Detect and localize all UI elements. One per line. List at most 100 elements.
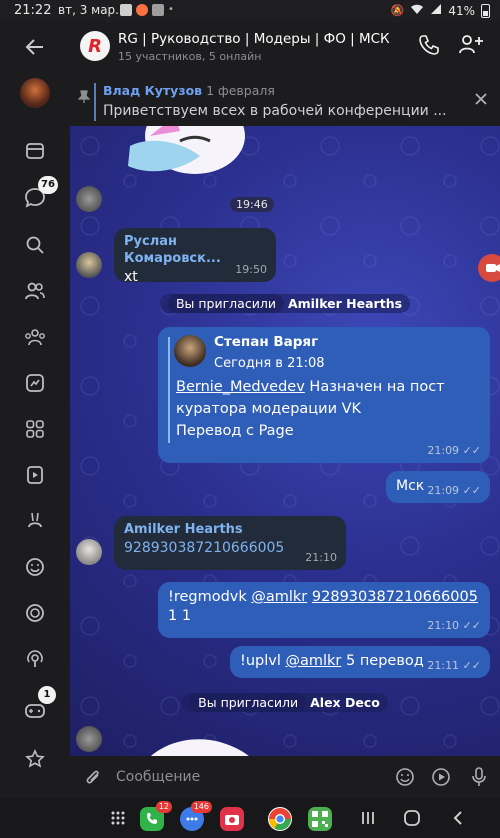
clips-button[interactable]: [20, 506, 50, 536]
camera-app[interactable]: [220, 807, 244, 831]
chevron-left-icon: [453, 811, 462, 825]
qr-app[interactable]: [308, 807, 332, 831]
feed-button[interactable]: [20, 136, 50, 166]
forward-date: Сегодня в 21:08: [214, 356, 325, 371]
message-bubble[interactable]: !uplvl @amlkr 5 перевод 21:11 ✓✓: [230, 646, 490, 678]
close-pinned-button[interactable]: [474, 91, 488, 110]
forward-line-2: куратора модерации VK: [176, 400, 362, 417]
message-input[interactable]: Сообщение: [116, 769, 200, 785]
chat-subtitle: 15 участников, 5 онлайн: [118, 50, 262, 63]
pinned-author: Влад Кутузов 1 февраля: [103, 83, 275, 98]
battery-percent: 41%: [448, 3, 475, 18]
paperclip-icon: [86, 770, 99, 784]
message-time: 21:09 ✓✓: [427, 444, 481, 458]
forward-line-1: Назначен на пост: [304, 379, 445, 395]
chat-avatar[interactable]: R: [80, 31, 110, 61]
video-button[interactable]: [20, 460, 50, 490]
favorites-button[interactable]: [20, 744, 50, 774]
system-name[interactable]: Alex Deco: [310, 695, 380, 710]
chrome-app[interactable]: [268, 807, 292, 831]
profile-avatar-button[interactable]: [20, 78, 50, 108]
app-drawer-button[interactable]: [106, 807, 130, 829]
recents-button[interactable]: [356, 807, 380, 829]
mention-link[interactable]: @amlkr: [251, 589, 307, 605]
services-button[interactable]: [20, 414, 50, 444]
home-button[interactable]: [400, 807, 424, 829]
mention-link[interactable]: Bernie_Medvedev: [176, 379, 305, 395]
unicorn-sticker[interactable]: [120, 126, 260, 196]
add-member-button[interactable]: [458, 33, 484, 59]
read-checkmarks-icon: ✓✓: [462, 443, 481, 457]
messages-app-badge: 146: [190, 801, 212, 813]
forward-text: Bernie_Medvedev Назначен на пост куратор…: [176, 377, 445, 442]
message-bubble[interactable]: Мск 21:09 ✓✓: [386, 471, 490, 503]
friends-button[interactable]: [20, 276, 50, 306]
floating-record-button[interactable]: [478, 254, 500, 282]
avatar[interactable]: [174, 335, 206, 367]
avatar[interactable]: [76, 726, 102, 752]
avatar[interactable]: [76, 252, 102, 278]
message-time-value: 21:09: [427, 483, 460, 497]
microphone-icon: [472, 767, 486, 786]
messages-app[interactable]: 146: [180, 801, 212, 831]
read-checkmarks-icon: ✓✓: [462, 483, 481, 497]
id-link[interactable]: 928930387210666005: [312, 589, 478, 605]
feed-icon: [26, 143, 44, 159]
play-circle-icon: [432, 768, 450, 786]
forwarded-message-bubble[interactable]: Степан Варяг Сегодня в 21:08 Bernie_Medv…: [158, 327, 490, 463]
chat-title[interactable]: RG | Руководство | Модеры | ФО | МСК: [118, 31, 390, 47]
wifi-icon: [410, 3, 424, 18]
message-bubble[interactable]: !regmodvk @amlkr 928930387210666005 1 1 …: [158, 582, 490, 638]
gamepad-icon: [25, 704, 45, 718]
arrow-left-icon: [25, 39, 43, 55]
status-time: 21:22: [14, 3, 52, 18]
avatar[interactable]: [76, 186, 102, 212]
system-message: Вы пригласили Alex Deco: [70, 693, 500, 712]
communities-button[interactable]: [20, 322, 50, 352]
chrome-icon: [269, 808, 291, 830]
message-text: Мск: [396, 478, 425, 494]
forward-bar: [168, 337, 170, 443]
pinned-date: 1 февраля: [206, 83, 275, 98]
message-author[interactable]: Amilker Hearths: [124, 522, 336, 539]
messages-button[interactable]: 76: [20, 176, 58, 212]
qr-code-icon: [312, 811, 328, 827]
message-text: !regmodvk @amlkr 928930387210666005: [168, 588, 480, 607]
message-bubble[interactable]: Руслан Комаровск... xt 19:50: [114, 228, 276, 285]
chat-messages-area[interactable]: 19:46 Руслан Комаровск... xt 19:50 Вы пр…: [70, 126, 500, 756]
voice-button[interactable]: [468, 766, 490, 788]
target-button[interactable]: [20, 598, 50, 628]
search-icon: [26, 236, 44, 254]
search-button[interactable]: [20, 230, 50, 260]
call-button[interactable]: [418, 34, 440, 60]
back-button[interactable]: [20, 32, 50, 62]
chat-header: R RG | Руководство | Модеры | ФО | МСК 1…: [70, 22, 500, 70]
phone-app[interactable]: 12: [140, 801, 172, 831]
mention-link[interactable]: @amlkr: [285, 653, 341, 669]
back-nav-button[interactable]: [446, 807, 470, 829]
stickers-button[interactable]: [20, 552, 50, 582]
status-bar: 21:22 вт, 3 мар. • 🔕 41%: [0, 0, 500, 22]
friends-icon: [25, 282, 45, 300]
system-name[interactable]: Amilker Hearths: [288, 296, 402, 311]
games-button[interactable]: 1: [20, 686, 56, 726]
left-navigation-rail: 76 1: [0, 22, 70, 798]
games-badge: 1: [38, 686, 56, 704]
command-suffix: 5 перевод: [341, 653, 424, 669]
star-icon: [25, 749, 45, 768]
target-icon: [26, 604, 44, 622]
system-navigation-bar: 12 146: [0, 798, 500, 838]
play-button[interactable]: [430, 766, 452, 788]
message-text: !uplvl @amlkr 5 перевод: [240, 653, 424, 669]
forward-author[interactable]: Степан Варяг: [214, 334, 318, 352]
unicorn-sticker-partial[interactable]: [140, 724, 260, 756]
pinned-message[interactable]: Влад Кутузов 1 февраля Приветствуем всех …: [70, 77, 500, 125]
message-bubble[interactable]: Amilker Hearths 928930387210666005 21:10: [114, 516, 346, 570]
avatar[interactable]: [76, 539, 102, 565]
podcasts-button[interactable]: [20, 644, 50, 674]
status-date: вт, 3 мар.: [58, 3, 119, 17]
stats-button[interactable]: [20, 368, 50, 398]
emoji-button[interactable]: [394, 766, 416, 788]
attach-button[interactable]: [82, 766, 104, 788]
home-circle-icon: [404, 810, 420, 826]
